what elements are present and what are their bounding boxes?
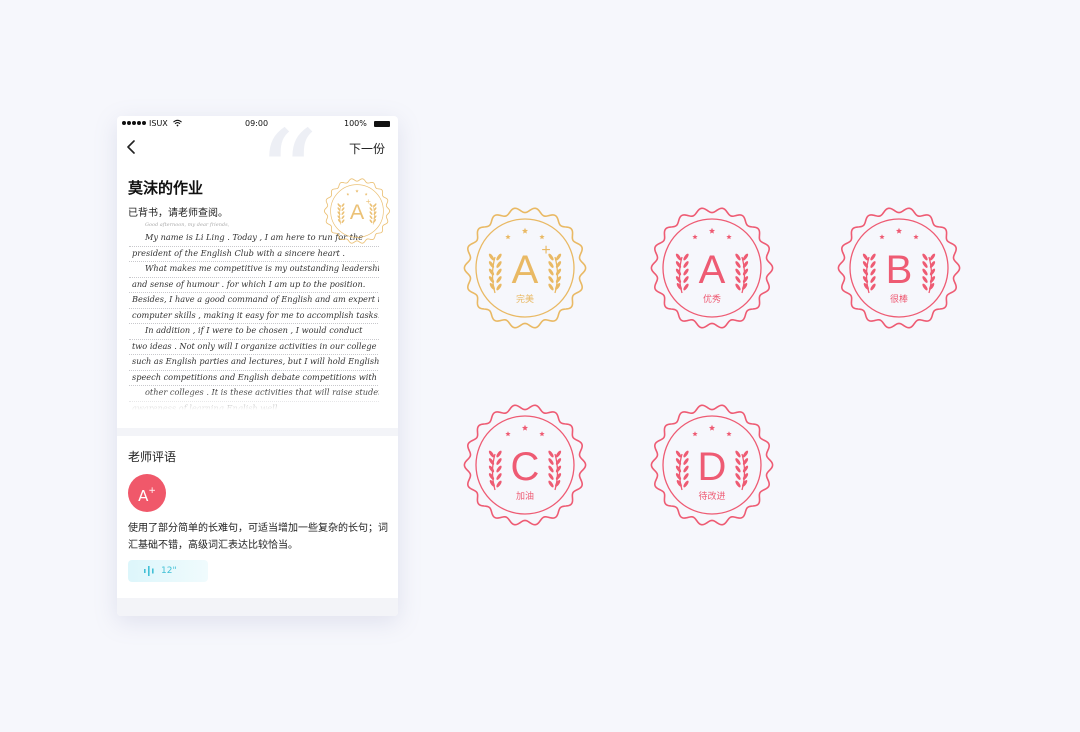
stamp-grade-letter: A [350,200,365,224]
next-button[interactable]: 下一份 [349,140,385,157]
phone-screen: ISUX 09:00 100% “ 下一份 莫沫的作业 已背书，请老师查阅。 G… [117,116,398,616]
signal-icon [122,121,146,125]
paper-line: two ideas . Not only will I organize act… [129,339,379,355]
stamp-label: 加油 [516,490,534,502]
voice-message-button[interactable]: 12" [128,560,208,582]
stamp-a-plus-perfect: A + 完美 [463,207,587,329]
grade-stamp-overlay: A + [323,178,391,244]
battery-icon [374,121,390,127]
stamp-grade-letter: D [698,445,727,489]
grade-plus: + [148,486,156,496]
stamp-label: 待改进 [698,490,725,502]
stamp-label: 很棒 [890,293,908,305]
homework-status: 已背书，请老师查阅。 [128,208,228,219]
grade-badge: A+ [128,474,166,512]
voice-duration: 12" [161,566,177,576]
paper-line: speech competitions and English debate c… [129,370,379,386]
stamp-d-needs-improvement: D待改进 [650,404,774,526]
stamp-grade-plus: + [541,242,550,259]
teacher-comment-heading: 老师评语 [128,450,177,464]
stamp-a-excellent: A优秀 [650,207,774,329]
quote-mark-decoration: “ [257,116,319,245]
page-title: 莫沫的作业 [128,179,204,197]
stamp-label: 优秀 [703,293,721,305]
paper-line: In addition , if I were to be chosen , I… [129,323,379,340]
stamp-label: 完美 [516,293,534,305]
paper-line: and sense of humour . for which I am up … [129,277,379,293]
wifi-icon [173,119,182,127]
handwritten-homework-image[interactable]: Good afternoon, my dear friends, My name… [129,220,379,410]
stamp-grade-letter: C [511,445,540,489]
paper-line: president of the English Club with a sin… [129,246,379,262]
battery-percent: 100% [344,119,367,128]
carrier-name: ISUX [149,119,168,128]
paper-header: Good afternoon, my dear friends, [145,222,230,228]
grade-letter: A [138,487,149,505]
stamp-grade-letter: A [699,248,726,292]
paper-line: computer skills , making it easy for me … [129,308,379,324]
section-divider [117,428,398,436]
paper-line: such as English parties and lectures, bu… [129,354,379,371]
paper-line: Besides, I have a good command of Englis… [129,292,379,309]
paper-fade [129,390,379,410]
stamp-b-great: B很棒 [837,207,961,329]
paper-line: What makes me competitive is my outstand… [129,261,379,278]
stamp-grade-letter: A [512,248,539,292]
stamp-grade-plus: + [366,196,371,206]
voice-waveform-icon [144,566,154,576]
teacher-comment-text: 使用了部分简单的长难句，可适当增加一些复杂的长句；词汇基础不错，高级词汇表达比较… [128,523,388,551]
stamp-grade-letter: B [886,248,913,292]
bottom-strip [117,598,398,616]
stamp-c-keep-going: C加油 [463,404,587,526]
chevron-left-icon[interactable] [125,138,139,156]
